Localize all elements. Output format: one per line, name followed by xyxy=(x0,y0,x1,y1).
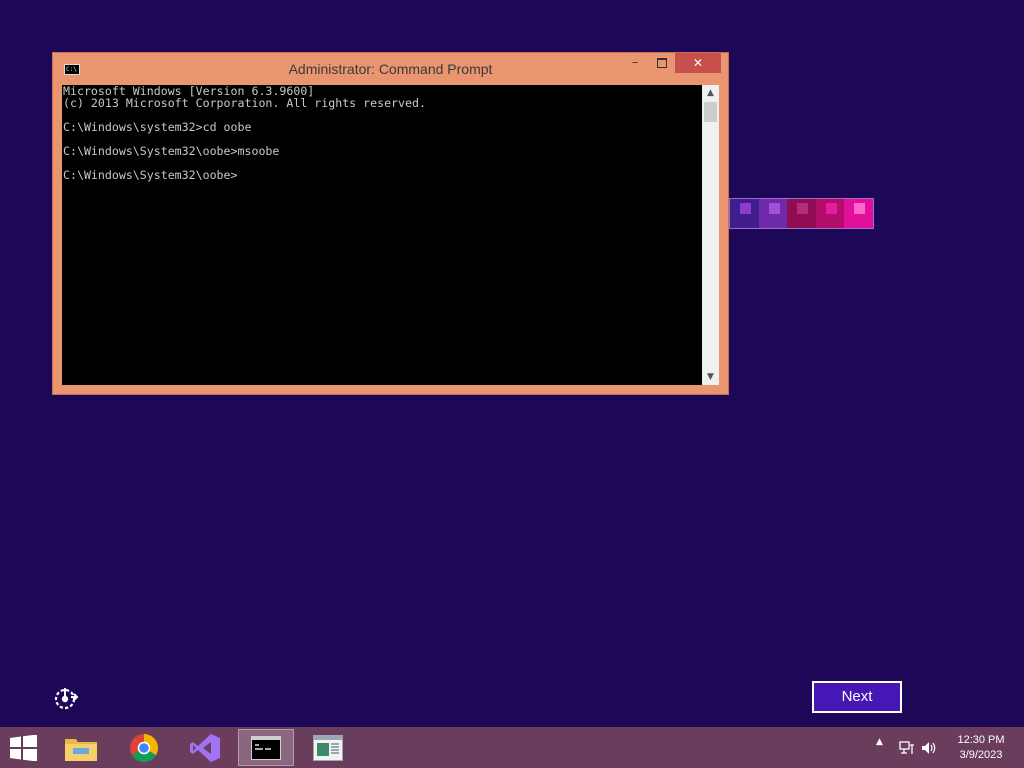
maximize-button[interactable] xyxy=(651,53,673,73)
taskbar: ▲ 12:30 PM 3/9/2023 xyxy=(0,727,1024,768)
mosaic-tile xyxy=(730,199,759,228)
clock-time: 12:30 PM xyxy=(957,734,1005,746)
taskbar-command-prompt[interactable] xyxy=(238,729,294,766)
clock-date: 3/9/2023 xyxy=(959,749,1003,761)
console-line: C:\Windows\system32>cd oobe xyxy=(63,120,252,134)
mosaic-tile-square xyxy=(854,203,866,214)
mosaic-tile-square xyxy=(825,203,837,214)
taskbar-clock[interactable]: 12:30 PM 3/9/2023 xyxy=(942,733,1020,763)
taskbar-app-window[interactable] xyxy=(300,729,356,766)
title-bar[interactable]: C:\ Administrator: Command Prompt – ✕ xyxy=(53,53,728,84)
network-icon[interactable] xyxy=(899,740,915,760)
console-line: C:\Windows\System32\oobe>msoobe xyxy=(63,144,280,158)
command-prompt-icon xyxy=(251,735,281,760)
mosaic-tile xyxy=(758,199,788,228)
console-prompt-line: C:\Windows\System32\oobe> xyxy=(63,168,238,182)
loading-mosaic xyxy=(729,198,874,229)
scroll-up-arrow-icon[interactable]: ▲ xyxy=(702,85,719,101)
console-output: Microsoft Windows [Version 6.3.9600] (c)… xyxy=(63,85,426,181)
scroll-thumb[interactable] xyxy=(704,102,717,122)
mosaic-tile xyxy=(787,199,816,228)
file-explorer-icon xyxy=(65,738,97,761)
console-area[interactable]: Microsoft Windows [Version 6.3.9600] (c)… xyxy=(62,85,702,385)
taskbar-visual-studio[interactable] xyxy=(177,729,233,766)
minimize-button[interactable]: – xyxy=(625,53,645,73)
volume-icon[interactable] xyxy=(921,740,937,760)
mosaic-tile xyxy=(844,199,873,228)
scroll-down-arrow-icon[interactable]: ▼ xyxy=(702,369,719,385)
vertical-scrollbar[interactable]: ▲ ▼ xyxy=(702,85,719,385)
chrome-icon xyxy=(130,733,158,762)
mosaic-tile-square xyxy=(740,203,751,214)
close-button[interactable]: ✕ xyxy=(675,53,721,73)
console-line: (c) 2013 Microsoft Corporation. All righ… xyxy=(63,96,426,110)
mosaic-tile xyxy=(815,199,845,228)
app-window-icon xyxy=(313,734,343,761)
ease-of-access-icon[interactable] xyxy=(53,685,79,711)
mosaic-tile-square xyxy=(768,203,780,214)
taskbar-file-explorer[interactable] xyxy=(53,729,109,766)
show-hidden-icons-button[interactable]: ▲ xyxy=(876,737,883,747)
mosaic-tile-square xyxy=(797,203,809,214)
start-button[interactable] xyxy=(0,727,50,768)
taskbar-chrome[interactable] xyxy=(116,729,172,766)
visual-studio-icon xyxy=(190,733,220,762)
command-prompt-window[interactable]: C:\ Administrator: Command Prompt – ✕ Mi… xyxy=(52,52,729,395)
windows-logo-icon xyxy=(10,735,37,761)
next-button[interactable]: Next xyxy=(812,681,902,713)
maximize-icon xyxy=(657,58,667,68)
